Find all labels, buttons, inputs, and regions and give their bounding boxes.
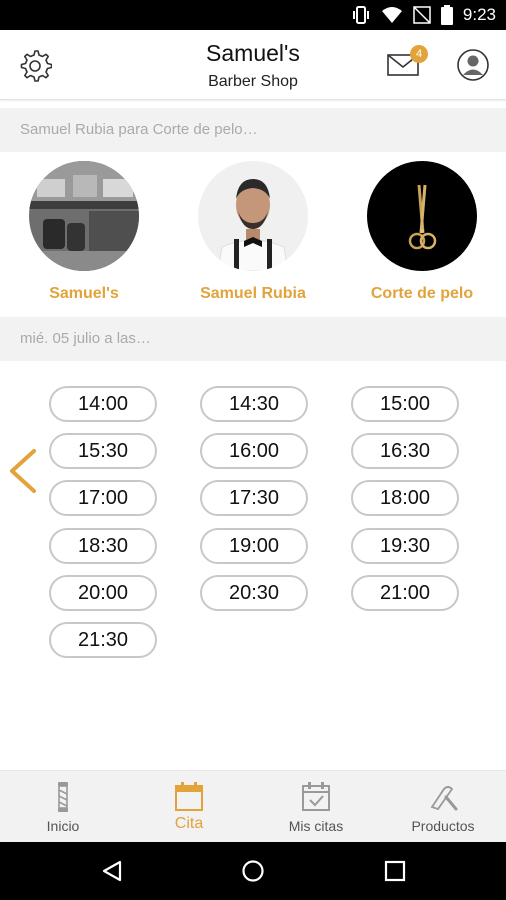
vibrate-icon bbox=[352, 6, 369, 24]
staff-label-shop: Samuel's bbox=[49, 285, 119, 302]
time-slot-button[interactable]: 17:30 bbox=[200, 480, 308, 516]
time-slot-button[interactable]: 16:00 bbox=[200, 433, 308, 469]
battery-icon bbox=[440, 5, 453, 25]
service-option-haircut[interactable]: Corte de pelo bbox=[347, 161, 497, 303]
nav-label-inicio: Inicio bbox=[46, 818, 80, 834]
time-slot-button[interactable]: 14:00 bbox=[49, 386, 157, 422]
barber-photo bbox=[198, 161, 308, 271]
recents-icon[interactable] bbox=[384, 860, 406, 882]
razor-icon bbox=[430, 786, 458, 811]
no-signal-icon bbox=[413, 6, 431, 24]
nav-item-productos[interactable]: Productos bbox=[380, 771, 506, 843]
time-slot-button[interactable]: 15:30 bbox=[49, 433, 157, 469]
time-slot-button[interactable]: 20:30 bbox=[200, 575, 308, 611]
time-slot-button[interactable]: 16:30 bbox=[351, 433, 459, 469]
time-slot-button[interactable]: 18:30 bbox=[49, 528, 157, 564]
time-slot-button[interactable]: 19:00 bbox=[200, 528, 308, 564]
app-bar: Samuel's Barber Shop 4 bbox=[0, 30, 506, 100]
scissors-icon bbox=[367, 161, 477, 271]
bottom-nav: Inicio Cita Mis citas Productos bbox=[0, 770, 506, 842]
page-title: Samuel's bbox=[206, 40, 300, 66]
staff-option-barber[interactable]: Samuel Rubia bbox=[178, 161, 328, 303]
page-subtitle: Barber Shop bbox=[208, 73, 298, 90]
staff-option-shop[interactable]: Samuel's bbox=[9, 161, 159, 303]
time-slot-button[interactable]: 21:00 bbox=[351, 575, 459, 611]
back-icon[interactable] bbox=[100, 859, 124, 883]
barber-pole-icon bbox=[58, 782, 68, 812]
nav-label-mis-citas: Mis citas bbox=[288, 818, 344, 834]
chevron-left-icon[interactable] bbox=[6, 448, 38, 494]
nav-item-cita[interactable]: Cita bbox=[126, 771, 252, 843]
time-slot-button[interactable]: 17:00 bbox=[49, 480, 157, 516]
time-slot-button[interactable]: 20:00 bbox=[49, 575, 157, 611]
selection-prompt: Samuel Rubia para Corte de pelo… bbox=[0, 108, 506, 152]
nav-item-mis-citas[interactable]: Mis citas bbox=[253, 771, 379, 843]
nav-label-cita: Cita bbox=[174, 815, 204, 832]
wifi-icon bbox=[381, 7, 402, 23]
time-slot-button[interactable]: 19:30 bbox=[351, 528, 459, 564]
calendar-icon bbox=[175, 782, 203, 811]
nav-label-productos: Productos bbox=[411, 818, 475, 834]
time-slot-button[interactable]: 21:30 bbox=[49, 622, 157, 658]
profile-icon[interactable] bbox=[456, 48, 490, 82]
mail-badge: 4 bbox=[410, 45, 428, 63]
nav-item-inicio[interactable]: Inicio bbox=[0, 771, 126, 843]
time-slot-button[interactable]: 18:00 bbox=[351, 480, 459, 516]
service-label-haircut: Corte de pelo bbox=[370, 285, 474, 302]
home-icon[interactable] bbox=[241, 859, 265, 883]
shop-photo bbox=[29, 161, 139, 271]
system-nav-bar bbox=[0, 842, 506, 900]
calendar-check-icon bbox=[302, 782, 330, 811]
staff-label-barber: Samuel Rubia bbox=[200, 285, 306, 302]
status-time: 9:23 bbox=[462, 5, 496, 24]
time-slot-button[interactable]: 15:00 bbox=[351, 386, 459, 422]
time-slot-button[interactable]: 14:30 bbox=[200, 386, 308, 422]
status-icons: 9:23 bbox=[351, 0, 496, 30]
status-bar: 9:23 bbox=[0, 0, 506, 30]
date-prompt: mié. 05 julio a las… bbox=[0, 317, 506, 361]
